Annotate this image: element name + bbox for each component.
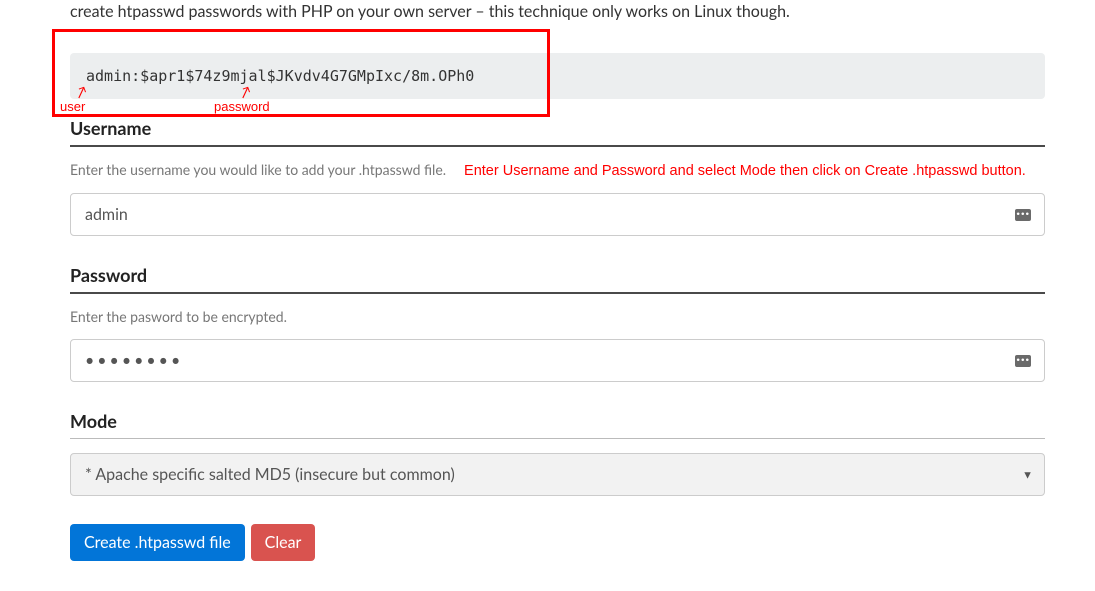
- password-help: Enter the pasword to be encrypted.: [70, 308, 287, 325]
- intro-text: create htpasswd passwords with PHP on yo…: [0, 0, 1095, 24]
- input-save-icon[interactable]: [1015, 355, 1031, 367]
- htpasswd-output: admin:$apr1$74z9mjal$JKvdv4G7GMpIxc/8m.O…: [70, 53, 1045, 99]
- create-htpasswd-button[interactable]: Create .htpasswd file: [70, 524, 245, 561]
- username-label: Username: [70, 117, 1045, 147]
- username-input[interactable]: [70, 193, 1045, 236]
- mode-label: Mode: [70, 410, 1045, 439]
- password-label: Password: [70, 264, 1045, 294]
- mode-select[interactable]: * Apache specific salted MD5 (insecure b…: [70, 453, 1045, 496]
- input-save-icon[interactable]: [1015, 209, 1031, 221]
- password-input[interactable]: [70, 339, 1045, 382]
- username-help: Enter the username you would like to add…: [70, 161, 446, 178]
- instruction-text: Enter Username and Password and select M…: [464, 163, 1026, 179]
- clear-button[interactable]: Clear: [251, 524, 316, 561]
